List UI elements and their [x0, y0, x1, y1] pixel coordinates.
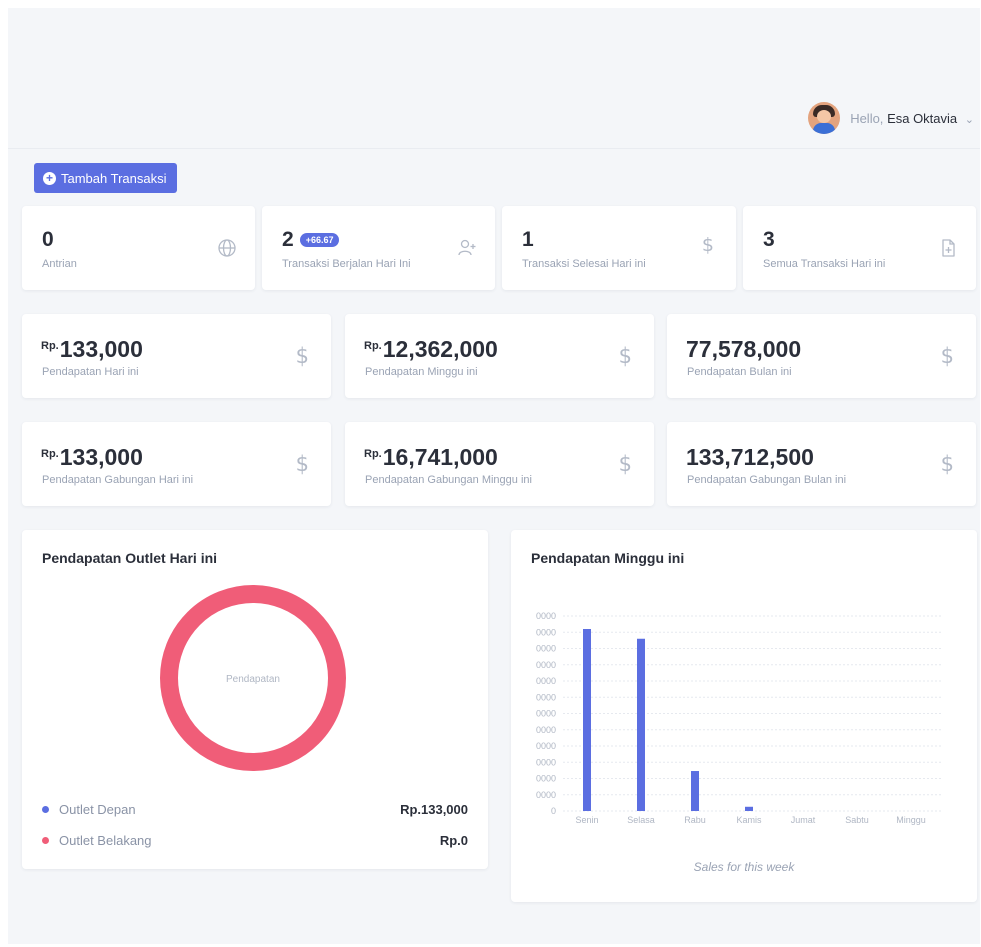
y-tick-label: 0000 [536, 644, 556, 654]
x-tick-label: Senin [575, 815, 598, 825]
stat-card-all: 3 Semua Transaksi Hari ini [743, 206, 976, 290]
stat-value: 0 [42, 228, 54, 251]
top-navbar: Hello, Esa Oktavia ⌄ [8, 8, 980, 149]
file-plus-icon [942, 239, 955, 257]
stat-card-queue: 0 Antrian [22, 206, 255, 290]
revenue-card-today: Rp. 133,000 Pendapatan Hari ini $ [22, 314, 331, 398]
change-badge: +66.67 [299, 233, 340, 247]
revenue-amount: 133,000 [59, 444, 143, 470]
y-tick-label: 0000 [536, 611, 556, 621]
donut-chart: Pendapatan [160, 585, 346, 771]
dashboard-page: Hello, Esa Oktavia ⌄ + Tambah Transaksi … [8, 8, 980, 944]
legend-value: Rp.133,000 [400, 801, 468, 817]
dollar-icon: $ [618, 344, 632, 368]
combined-revenue-card-month: 133,712,500 Pendapatan Gabungan Bulan in… [667, 422, 976, 506]
y-tick-label: 0000 [536, 660, 556, 670]
legend-item[interactable]: Outlet Depan Rp.133,000 [42, 799, 468, 819]
revenue-label: Pendapatan Bulan ini [687, 366, 792, 378]
y-tick-label: 0000 [536, 741, 556, 751]
x-tick-label: Sabtu [845, 815, 869, 825]
chevron-down-icon[interactable]: ⌄ [965, 114, 974, 126]
stat-label: Transaksi Selesai Hari ini [522, 258, 646, 270]
x-tick-label: Jumat [791, 815, 816, 825]
revenue-amount: 16,741,000 [382, 444, 498, 470]
y-tick-label: 0000 [536, 627, 556, 637]
revenue-amount: 133,000 [59, 336, 143, 362]
dollar-icon: $ [295, 344, 309, 368]
revenue-amount: 12,362,000 [382, 336, 498, 362]
dollar-icon: $ [295, 452, 309, 476]
add-transaction-label: Tambah Transaksi [61, 170, 167, 186]
stat-value: 1 [522, 228, 534, 251]
currency-prefix: Rp. [364, 340, 382, 352]
currency-prefix: Rp. [41, 340, 59, 352]
user-menu[interactable]: Hello, Esa Oktavia ⌄ [808, 102, 974, 134]
stat-value: 2 [282, 228, 294, 251]
combined-revenue-card-today: Rp. 133,000 Pendapatan Gabungan Hari ini… [22, 422, 331, 506]
outlet-revenue-panel: Pendapatan Outlet Hari ini Pendapatan Ou… [22, 530, 488, 869]
revenue-amount: 133,712,500 [686, 444, 814, 470]
legend-name: Outlet Belakang [59, 832, 152, 848]
revenue-card-month: 77,578,000 Pendapatan Bulan ini $ [667, 314, 976, 398]
globe-icon [218, 239, 236, 257]
revenue-label: Pendapatan Gabungan Bulan ini [687, 474, 847, 486]
add-transaction-button[interactable]: + Tambah Transaksi [34, 163, 177, 193]
legend-value: Rp.0 [439, 832, 468, 848]
greeting-text: Hello, [850, 110, 884, 126]
legend-dot [42, 836, 49, 844]
y-tick-label: 0000 [536, 676, 556, 686]
revenue-amount: 77,578,000 [686, 336, 802, 362]
currency-prefix: Rp. [41, 448, 59, 460]
avatar[interactable] [808, 102, 841, 134]
x-tick-label: Minggu [896, 815, 926, 825]
y-tick-label: 0000 [536, 725, 556, 735]
dollar-icon: $ [701, 234, 714, 256]
revenue-label: Pendapatan Gabungan Minggu ini [365, 474, 532, 486]
x-tick-label: Rabu [684, 815, 706, 825]
dollar-icon: $ [940, 344, 954, 368]
user-name[interactable]: Esa Oktavia [887, 111, 957, 126]
weekly-revenue-panel: Pendapatan Minggu ini 0 0000 0000 0000 0000 0… [511, 530, 977, 902]
y-tick-label: 0 [551, 806, 556, 816]
chart-caption: Sales for this week [693, 860, 795, 874]
stat-label: Semua Transaksi Hari ini [763, 258, 886, 270]
bar[interactable] [583, 629, 591, 811]
x-tick-label: Selasa [627, 815, 655, 825]
stat-card-running: 2 +66.67 Transaksi Berjalan Hari Ini [262, 206, 495, 290]
stat-value: 3 [763, 228, 775, 251]
legend-name: Outlet Depan [59, 801, 136, 817]
stat-card-done: 1 Transaksi Selesai Hari ini $ [502, 206, 736, 290]
x-tick-label: Kamis [736, 815, 762, 825]
user-plus-icon [458, 239, 476, 256]
y-tick-label: 0000 [536, 757, 556, 767]
donut-center-label: Pendapatan [226, 674, 280, 685]
currency-prefix: Rp. [364, 448, 382, 460]
panel-title: Pendapatan Outlet Hari ini [42, 550, 218, 566]
revenue-card-week: Rp. 12,362,000 Pendapatan Minggu ini $ [345, 314, 654, 398]
y-tick-label: 0000 [536, 692, 556, 702]
legend-dot [42, 805, 49, 813]
y-tick-label: 0000 [536, 790, 556, 800]
stat-label: Antrian [42, 258, 77, 270]
revenue-label: Pendapatan Minggu ini [365, 366, 478, 378]
revenue-label: Pendapatan Hari ini [42, 366, 139, 378]
dollar-icon: $ [618, 452, 632, 476]
bar[interactable] [637, 638, 645, 811]
bar-chart: 0000000000000000000000000000000000000000… [536, 611, 941, 825]
revenue-label: Pendapatan Gabungan Hari ini [42, 474, 194, 486]
stat-label: Transaksi Berjalan Hari Ini [282, 258, 411, 270]
dollar-icon: $ [940, 452, 954, 476]
y-tick-label: 0000 [536, 774, 556, 784]
combined-revenue-card-week: Rp. 16,741,000 Pendapatan Gabungan Mingg… [345, 422, 654, 506]
y-tick-label: 0000 [536, 709, 556, 719]
legend-item[interactable]: Outlet Belakang Rp.0 [42, 830, 468, 850]
bar[interactable] [745, 806, 753, 811]
plus-circle-icon: + [43, 171, 56, 185]
bar[interactable] [691, 771, 699, 811]
